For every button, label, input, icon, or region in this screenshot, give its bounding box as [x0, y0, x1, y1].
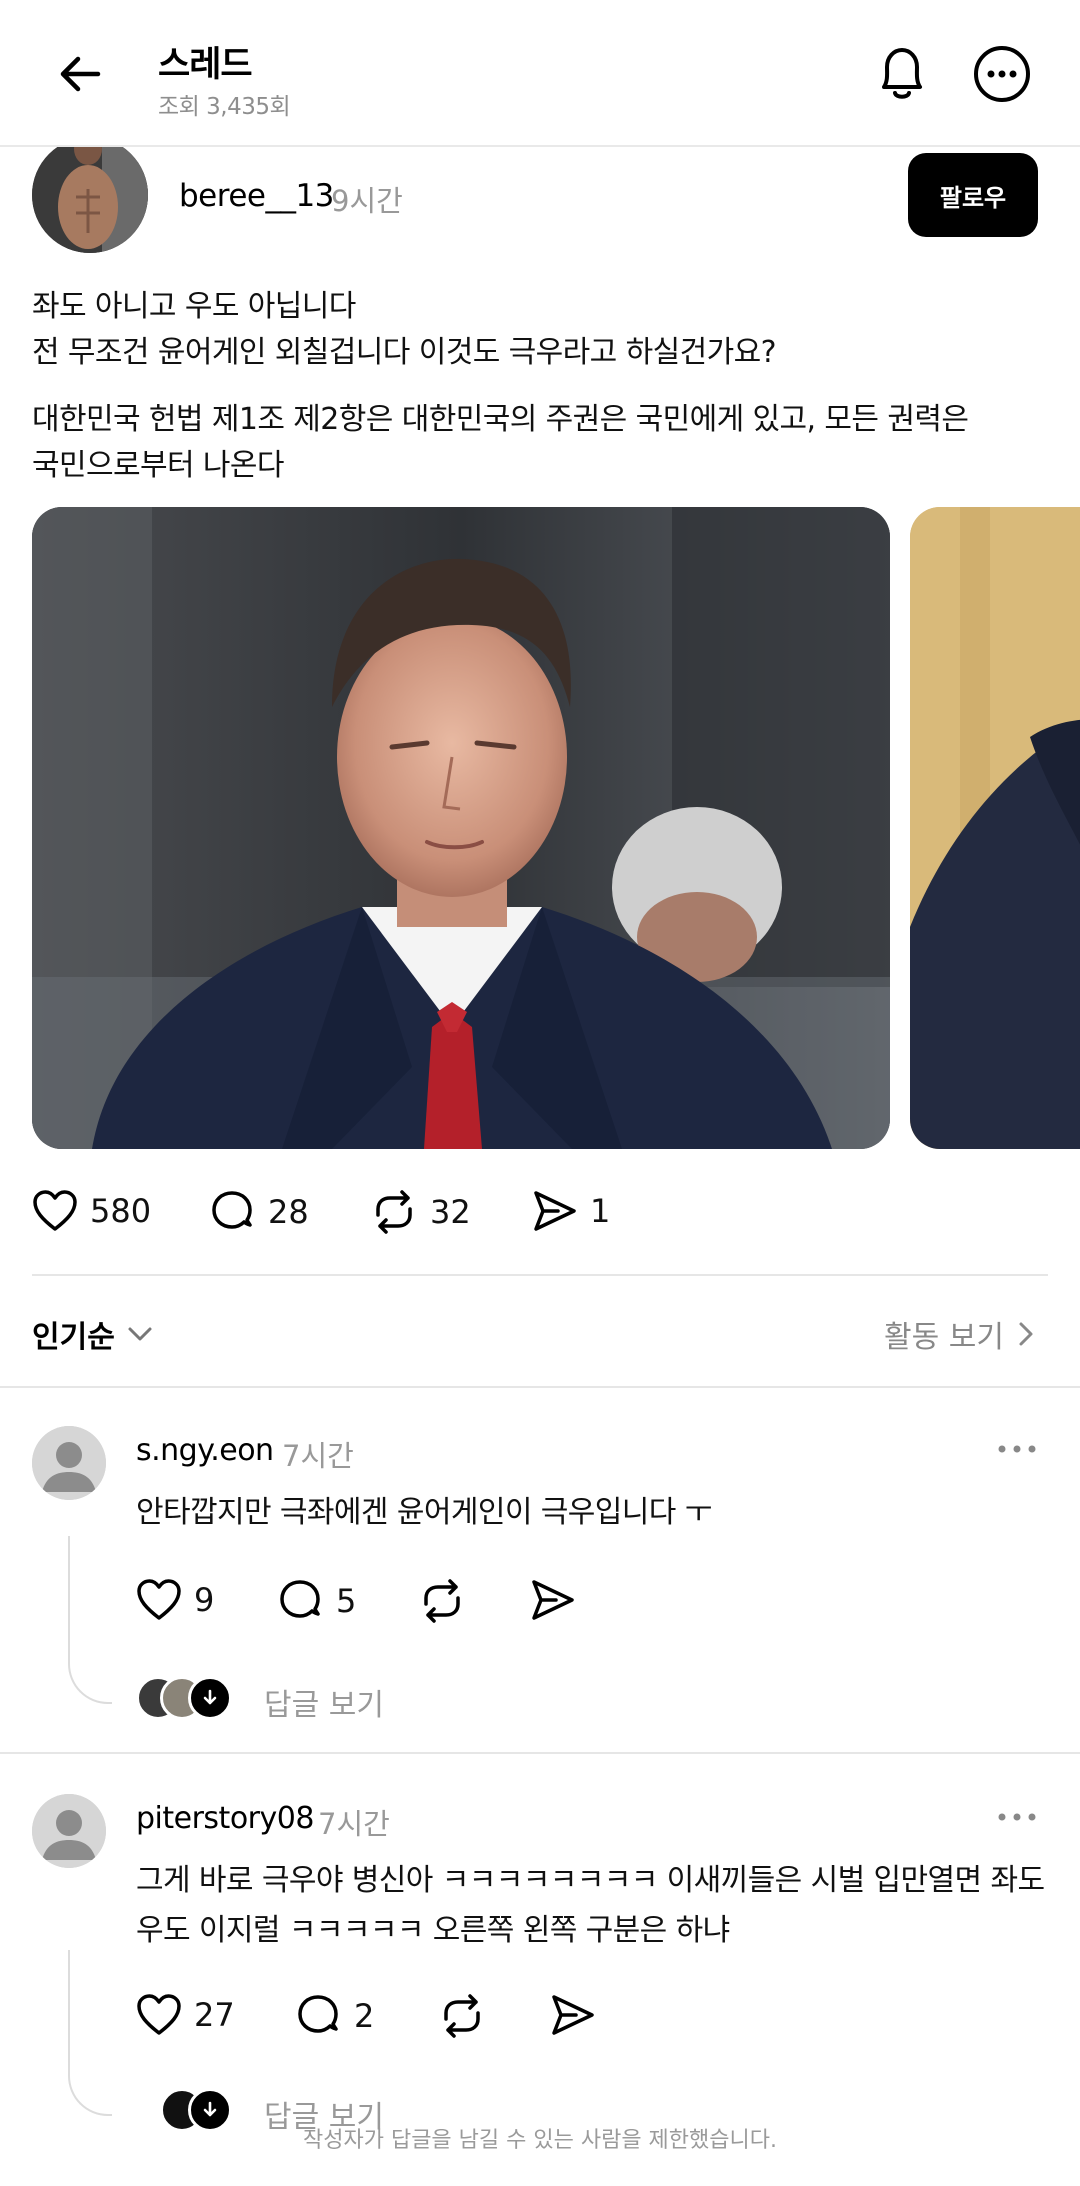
user-placeholder-icon	[32, 1426, 106, 1500]
divider	[0, 1752, 1080, 1754]
divider	[32, 1274, 1048, 1276]
post-line: 국민으로부터 나온다	[32, 448, 285, 483]
repost-count: 32	[430, 1193, 471, 1231]
repost-icon	[376, 1190, 412, 1234]
ellipsis-icon	[998, 1445, 1036, 1453]
comment-timestamp: 7시간	[318, 1807, 390, 1841]
post-body-paragraph-1: 좌도 아니고 우도 아닙니다 전 무조건 윤어게인 외칠겁니다 이것도 극우라고…	[32, 284, 1042, 376]
comment-text: 그게 바로 극우야 병신아 ㅋㅋㅋㅋㅋㅋㅋㅋ 이새끼들은 시벌 입만열면 좌도 …	[136, 1856, 1056, 1956]
view-count: 조회 3,435회	[158, 94, 291, 120]
like-count: 580	[90, 1192, 152, 1230]
comment-like-count: 9	[194, 1581, 215, 1619]
post-body-paragraph-2: 대한민국 헌법 제1조 제2항은 대한민국의 주권은 국민에게 있고, 모든 권…	[32, 397, 1042, 489]
comment-timestamp: 7시간	[282, 1439, 354, 1473]
comment-icon	[298, 1995, 338, 2033]
author-avatar[interactable]	[32, 137, 148, 253]
sort-label: 인기순	[32, 1320, 115, 1355]
author-username[interactable]: beree__13	[179, 178, 334, 214]
comment-text: 안타깝지만 극좌에겐 윤어게인이 극우입니다 ㅜ	[136, 1495, 712, 1530]
comment-reply-count: 2	[354, 1997, 375, 2035]
replies-indicator	[188, 1676, 232, 1720]
view-activity-label: 활동 보기	[884, 1320, 1004, 1355]
share-icon	[552, 1995, 594, 2035]
arrow-down-circle-icon	[203, 1689, 217, 1705]
commenter-username[interactable]: piterstory08	[136, 1801, 314, 1836]
user-placeholder-icon	[32, 1794, 106, 1868]
comment-like-button[interactable]: 9	[136, 1578, 214, 1622]
chevron-down-icon	[128, 1327, 152, 1341]
share-icon	[532, 1580, 574, 1620]
like-button[interactable]: 580	[32, 1189, 151, 1233]
notifications-button[interactable]	[866, 36, 938, 112]
repost-icon	[424, 1579, 460, 1623]
bell-icon	[882, 48, 922, 99]
comment-reply-count: 5	[336, 1582, 357, 1620]
post-photo-graphic	[32, 507, 890, 1149]
comment-share-button[interactable]	[530, 1578, 576, 1622]
share-icon	[534, 1191, 576, 1231]
page-title: 스레드	[158, 45, 253, 85]
comment-reply-button[interactable]: 2	[296, 1993, 374, 2039]
post-image-2[interactable]	[910, 507, 1080, 1149]
heart-icon	[33, 1190, 77, 1231]
view-replies-link[interactable]: 답글 보기	[264, 1680, 384, 1724]
reply-restriction-notice: 작성자가 답글을 남길 수 있는 사람을 제한했습니다.	[303, 2128, 777, 2153]
share-button[interactable]: 1	[532, 1189, 610, 1233]
comment-button[interactable]: 28	[210, 1189, 309, 1235]
comment-more-button[interactable]	[994, 1434, 1040, 1464]
view-activity-link[interactable]: 활동 보기	[884, 1312, 1034, 1356]
more-circle-icon	[974, 46, 1030, 102]
comment-like-button[interactable]: 27	[136, 1993, 235, 2037]
chevron-right-icon	[1019, 1322, 1033, 1346]
heart-icon	[137, 1994, 181, 2035]
repost-button[interactable]: 32	[370, 1189, 471, 1235]
back-arrow-icon	[60, 56, 101, 92]
comment-reply-button[interactable]: 5	[278, 1578, 356, 1624]
post-line: 대한민국 헌법 제1조 제2항은 대한민국의 주권은 국민에게 있고, 모든 권…	[32, 402, 969, 437]
repost-icon	[444, 1994, 480, 2038]
comment-more-button[interactable]	[994, 1802, 1040, 1832]
post-image-1[interactable]	[32, 507, 890, 1149]
comment-share-button[interactable]	[550, 1993, 596, 2037]
comment-repost-button[interactable]	[418, 1578, 466, 1624]
profile-photo-graphic	[32, 137, 148, 253]
back-button[interactable]	[44, 38, 116, 110]
post-line: 좌도 아니고 우도 아닙니다	[32, 289, 356, 324]
ellipsis-icon	[998, 1813, 1036, 1821]
arrow-down-circle-icon	[203, 2101, 217, 2117]
thread-line	[68, 1536, 112, 1704]
comment-like-count: 27	[194, 1996, 235, 2034]
post-timestamp: 9시간	[331, 184, 403, 218]
commenter-username[interactable]: s.ngy.eon	[136, 1433, 274, 1468]
post-photo-2-graphic	[910, 507, 1080, 1149]
comment-count: 28	[268, 1193, 309, 1231]
post-line: 전 무조건 윤어게인 외칠겁니다 이것도 극우라고 하실건가요?	[32, 335, 777, 370]
commenter-avatar[interactable]	[32, 1426, 106, 1500]
comment-line: 그게 바로 극우야 병신아 ㅋㅋㅋㅋㅋㅋㅋㅋ 이새끼들은 시벌 입만열면 좌도	[136, 1863, 1045, 1898]
heart-icon	[137, 1579, 181, 1620]
more-options-button[interactable]	[966, 38, 1038, 110]
top-app-bar: 스레드 조회 3,435회	[0, 0, 1080, 147]
comment-line: 우도 이지럴 ㅋㅋㅋㅋㅋ 오른쪽 왼쪽 구분은 하냐	[136, 1913, 730, 1948]
follow-button[interactable]: 팔로우	[908, 153, 1038, 237]
share-count: 1	[590, 1192, 611, 1230]
comment-icon	[280, 1580, 320, 1618]
divider	[0, 1386, 1080, 1388]
comment-repost-button[interactable]	[438, 1993, 486, 2039]
commenter-avatar[interactable]	[32, 1794, 106, 1868]
thread-line	[68, 1950, 112, 2116]
comment-icon	[212, 1191, 252, 1229]
sort-dropdown[interactable]: 인기순	[32, 1312, 153, 1356]
